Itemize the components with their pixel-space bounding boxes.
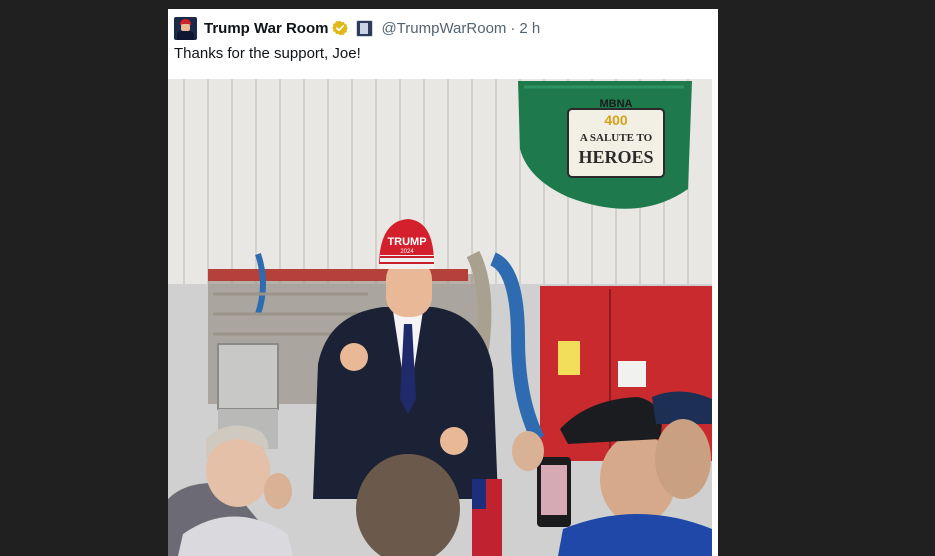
avatar[interactable] <box>174 16 197 40</box>
tweet-header: Trump War Room @TrumpWarRoom · 2 h <box>174 16 540 40</box>
banner-line4: HEROES <box>578 147 653 167</box>
tweet-photo[interactable]: MBNA 400 A SALUTE TO HEROES TRUMP 2024 <box>168 79 712 556</box>
affiliate-badge-icon[interactable] <box>356 19 374 37</box>
display-name[interactable]: Trump War Room <box>204 20 328 37</box>
banner-line2: 400 <box>604 112 628 128</box>
cap-year: 2024 <box>400 249 414 255</box>
photo-scene: MBNA 400 A SALUTE TO HEROES TRUMP 2024 <box>168 79 712 556</box>
cap-text: TRUMP <box>387 236 426 248</box>
tweet-text: Thanks for the support, Joe! <box>174 45 361 62</box>
handle[interactable]: @TrumpWarRoom <box>381 20 506 37</box>
banner-line1: MBNA <box>600 98 633 110</box>
verified-badge-icon <box>332 20 349 36</box>
card-edge <box>712 9 718 556</box>
timestamp[interactable]: 2 h <box>519 20 540 37</box>
banner-line3: A SALUTE TO <box>580 132 653 144</box>
separator-dot: · <box>510 19 516 37</box>
tweet-card[interactable]: Trump War Room @TrumpWarRoom · 2 h Thank… <box>168 9 718 556</box>
